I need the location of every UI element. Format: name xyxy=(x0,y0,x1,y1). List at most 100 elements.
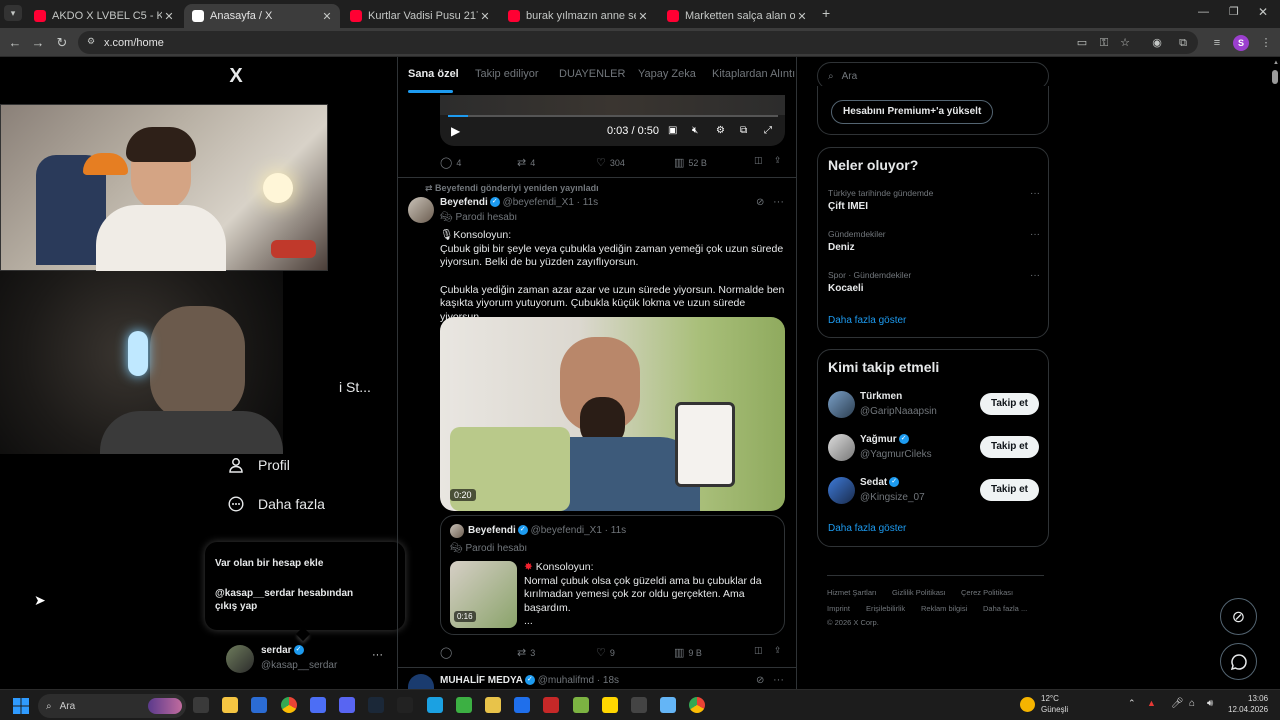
share-icon-2[interactable]: ⇪ xyxy=(774,645,782,656)
file-explorer-icon[interactable] xyxy=(222,697,239,713)
feed-tab[interactable]: Yapay Zeka xyxy=(638,68,696,80)
network-app-icon[interactable] xyxy=(426,697,443,713)
fullscreen-icon[interactable]: ⤢ xyxy=(764,125,772,136)
browser-tab[interactable]: Kurtlar Vadisi Pusu 217. Bölüm✕ xyxy=(342,4,498,28)
footer-link[interactable]: Reklam bilgisi xyxy=(921,604,967,613)
bookmark-icon-2[interactable]: ◫ xyxy=(754,645,763,656)
extensions-icon[interactable]: ⧉ xyxy=(1175,35,1191,51)
site-info-icon[interactable]: ⚙ xyxy=(87,36,95,47)
repost-button[interactable]: ⇄ 4 xyxy=(517,156,535,169)
account-switcher[interactable]: serdar ✓ @kasap__serdar ··· xyxy=(226,643,391,679)
address-bar[interactable]: ⚙ x.com/home xyxy=(78,31,1198,54)
tweet-more-icon[interactable]: ··· xyxy=(773,196,784,208)
premium-upgrade-button[interactable]: Hesabını Premium+'a yükselt xyxy=(831,100,994,124)
reload-icon[interactable]: ↻ xyxy=(53,34,71,52)
store-icon[interactable] xyxy=(251,697,268,713)
tab-close-icon[interactable]: ✕ xyxy=(636,10,650,23)
maximize-button[interactable]: ❐ xyxy=(1229,5,1239,18)
nav-more[interactable]: Daha fazla xyxy=(226,494,325,514)
microphone-icon[interactable]: 🎤︎ xyxy=(1171,698,1184,709)
acrobat-icon[interactable] xyxy=(543,697,560,713)
incognito-icon[interactable]: ◉ xyxy=(1149,35,1165,51)
clock-date[interactable]: 12.04.2026 xyxy=(1228,705,1268,714)
back-icon[interactable]: ← xyxy=(6,34,24,52)
share-icon[interactable]: ⇪ xyxy=(774,155,782,166)
views-button-2[interactable]: ▥ 9 B xyxy=(674,646,702,659)
like-button-2[interactable]: ♡ 9 xyxy=(596,646,615,659)
tab-close-icon[interactable]: ✕ xyxy=(162,10,176,23)
repost-button-2[interactable]: ⇄ 3 xyxy=(517,646,535,659)
reply-button[interactable]: ◯ 4 xyxy=(440,156,461,169)
grok-icon-2[interactable]: ⊘ xyxy=(756,675,764,686)
key-icon[interactable]: ⚿ xyxy=(1096,35,1112,51)
grok-floating-button[interactable]: ⊘ xyxy=(1220,598,1257,635)
footer-link[interactable]: Çerez Politikası xyxy=(961,588,1013,597)
tweet-author[interactable]: Beyefendi xyxy=(440,197,488,208)
scroll-up-icon[interactable]: ▲ xyxy=(1273,60,1279,66)
quote-tweet[interactable]: Beyefendi ✓ @beyefendi_X1 · 11s 🎭︎ Parodi… xyxy=(440,515,785,635)
c-app-icon[interactable] xyxy=(514,697,531,713)
trend-item[interactable]: Spor · Gündemdekiler Kocaeli ··· xyxy=(828,270,1040,302)
editor-icon[interactable] xyxy=(572,697,589,713)
page-scrollbar-thumb[interactable] xyxy=(1272,70,1278,84)
reply-button-2[interactable]: ◯ xyxy=(440,646,456,659)
reading-list-icon[interactable]: ≡ xyxy=(1209,35,1225,51)
cast-icon[interactable]: ▭ xyxy=(1074,35,1090,51)
folder-icon[interactable] xyxy=(485,697,501,713)
github-icon[interactable] xyxy=(631,697,647,713)
wtf-show-more[interactable]: Daha fazla göster xyxy=(828,523,906,534)
chrome-icon[interactable] xyxy=(280,697,297,713)
bookmark-star-icon[interactable]: ☆ xyxy=(1117,35,1133,51)
footer-link[interactable]: Hizmet Şartları xyxy=(827,588,877,597)
tweet-handle[interactable]: @beyefendi_X1 · 11s xyxy=(503,197,599,208)
feed-tab[interactable]: Sana özel xyxy=(408,68,459,80)
notes-icon[interactable] xyxy=(601,697,618,713)
nav-partial-text[interactable]: i St... xyxy=(339,379,371,395)
settings-app-icon[interactable] xyxy=(660,697,677,713)
grok-icon[interactable]: ⊘ xyxy=(756,197,764,208)
trends-show-more[interactable]: Daha fazla göster xyxy=(828,315,906,326)
volume-icon[interactable]: 🔊︎ xyxy=(1207,698,1213,709)
tab-close-icon[interactable]: ✕ xyxy=(795,10,809,23)
tray-expand-icon[interactable]: ⌃ xyxy=(1128,698,1136,709)
weather-temp[interactable]: 12°C xyxy=(1041,694,1059,703)
browser-tab[interactable]: Marketten salça alan ocdur Jah✕ xyxy=(659,4,815,28)
video-progress-track[interactable] xyxy=(448,115,778,117)
follow-button[interactable]: Takip et xyxy=(980,393,1039,415)
chrome-profile-icon[interactable] xyxy=(689,697,706,713)
settings-icon[interactable]: ⚙ xyxy=(716,125,725,136)
trend-item[interactable]: Gündemdekiler Deniz ··· xyxy=(828,229,1040,261)
weather-desc[interactable]: Güneşli xyxy=(1041,705,1068,714)
logout-item[interactable]: @kasap__serdar hesabından çıkış yap xyxy=(215,587,365,613)
epic-games-icon[interactable] xyxy=(397,697,414,713)
clock-time[interactable]: 13:06 xyxy=(1248,694,1268,703)
cursor-app-icon[interactable] xyxy=(309,697,326,713)
browser-tab[interactable]: burak yılmazın anne sevgisi #b✕ xyxy=(500,4,656,28)
add-account-item[interactable]: Var olan bir hesap ekle xyxy=(215,558,395,569)
tray-app-icon[interactable]: ▲ xyxy=(1147,698,1156,708)
footer-link[interactable]: Gizlilik Politikası xyxy=(892,588,946,597)
follow-button[interactable]: Takip et xyxy=(980,436,1039,458)
trend-more-icon[interactable]: ··· xyxy=(1030,229,1040,240)
trend-more-icon[interactable]: ··· xyxy=(1030,188,1040,199)
profile-avatar[interactable]: S xyxy=(1233,35,1249,51)
tab-close-icon[interactable]: ✕ xyxy=(478,10,492,23)
captions-icon[interactable]: ▣ xyxy=(668,125,677,136)
like-button[interactable]: ♡ 304 xyxy=(596,156,625,169)
follow-suggestion[interactable]: Türkmen @GaripNaaapsin Takip et xyxy=(828,390,1040,420)
network-icon[interactable]: ⌂ xyxy=(1189,698,1195,709)
follow-suggestion[interactable]: Sedat ✓ @Kingsize_07 Takip et xyxy=(828,476,1040,506)
steam-icon[interactable] xyxy=(368,697,385,713)
play-icon[interactable]: ▶ xyxy=(451,124,460,138)
footer-link[interactable]: Erişilebilirlik xyxy=(866,604,905,613)
messages-floating-button[interactable] xyxy=(1220,643,1257,680)
views-button[interactable]: ▥ 52 B xyxy=(674,156,707,169)
browser-tab[interactable]: Anasayfa / X ✕ xyxy=(184,4,340,28)
trend-item[interactable]: Türkiye tarihinde gündemde Çift IMEI ··· xyxy=(828,188,1040,220)
footer-link[interactable]: Daha fazla ... xyxy=(983,604,1027,613)
taskbar-search[interactable]: ⌕ Ara xyxy=(38,694,186,718)
forward-icon[interactable]: → xyxy=(29,34,47,52)
x-logo[interactable]: X xyxy=(226,66,246,86)
author-avatar[interactable] xyxy=(408,197,434,223)
follow-button[interactable]: Takip et xyxy=(980,479,1039,501)
